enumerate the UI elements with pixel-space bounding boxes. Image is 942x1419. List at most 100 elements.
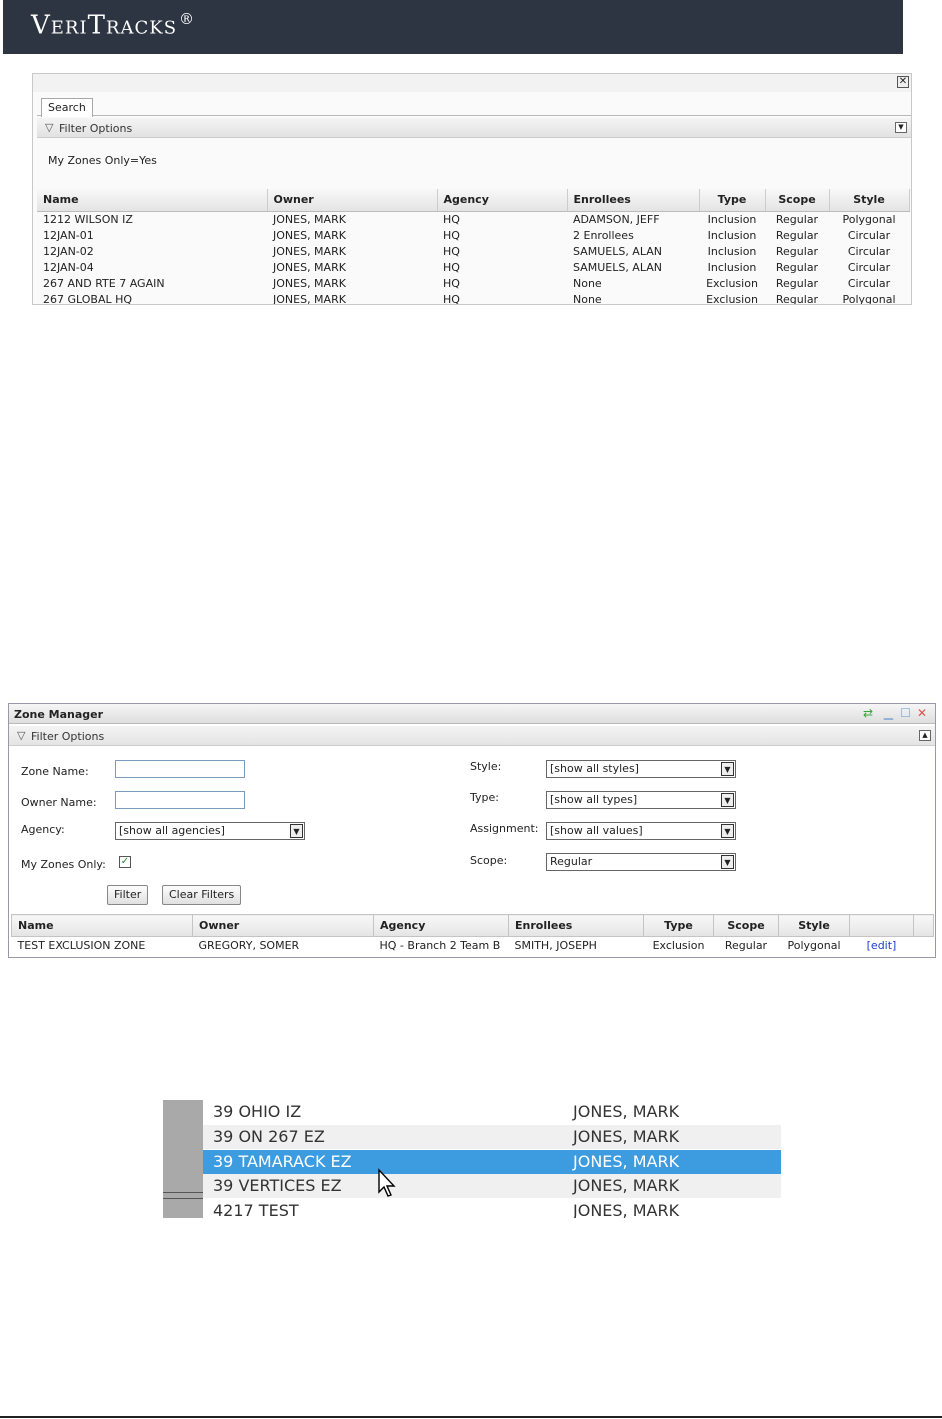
table-cell: JONES, MARK <box>273 276 346 290</box>
table-cell: JONES, MARK <box>273 292 346 305</box>
table-row[interactable]: 267 GLOBAL HQ JONES, MARK HQ None Exclusion R… <box>37 291 909 305</box>
table-cell: Circular <box>847 244 891 258</box>
table-header-row: Name Owner Agency Enrollees Type Scope Style <box>11 914 934 937</box>
owner-name-input[interactable] <box>115 791 245 809</box>
table-cell: Regular <box>775 212 819 226</box>
table-cell: TEST EXCLUSION ZONE <box>17 939 146 953</box>
column-header-owner[interactable]: Owner <box>192 914 374 937</box>
page-bottom-rule <box>0 1416 942 1418</box>
table-cell: None <box>573 292 602 305</box>
mouse-pointer-icon <box>378 1168 396 1197</box>
maximize-icon[interactable]: ☐ <box>900 707 911 719</box>
filter-options-bar[interactable]: ▽ Filter Options ▲ <box>9 726 935 746</box>
column-header-name[interactable]: Name <box>37 189 268 212</box>
column-header-enrollees[interactable]: Enrollees <box>567 189 700 212</box>
table-cell: HQ <box>443 228 460 242</box>
table-cell: 1212 WILSON IZ <box>43 212 133 226</box>
agency-select-value: [show all agencies] <box>119 824 225 837</box>
column-header-scope[interactable]: Scope <box>713 914 779 937</box>
column-header-type[interactable]: Type <box>699 189 766 212</box>
filter-options-label: Filter Options <box>31 730 105 743</box>
table-cell: HQ <box>443 244 460 258</box>
tab-search[interactable]: Search <box>41 98 93 117</box>
table-cell: HQ <box>443 212 460 226</box>
table-cell: Regular <box>775 244 819 258</box>
type-label: Type: <box>470 791 499 804</box>
collapse-toggle-icon[interactable]: ▲ <box>919 730 931 741</box>
type-select[interactable]: [show all types] ▼ <box>546 791 736 809</box>
table-cell-pad <box>914 937 934 955</box>
chevron-down-icon: ▼ <box>290 824 303 838</box>
list-item[interactable]: 4217 TEST JONES, MARK <box>203 1199 781 1218</box>
column-header-style[interactable]: Style <box>778 914 850 937</box>
agency-label: Agency: <box>21 823 65 836</box>
table-cell: 12JAN-02 <box>43 244 94 258</box>
column-header-name[interactable]: Name <box>11 914 193 937</box>
table-cell: HQ <box>443 292 460 305</box>
table-row[interactable]: 1212 WILSON IZ JONES, MARK HQ ADAMSON, JEFF… <box>37 211 909 227</box>
column-header-type[interactable]: Type <box>643 914 714 937</box>
table-row[interactable]: 267 AND RTE 7 AGAIN JONES, MARK HQ None Excl… <box>37 275 909 291</box>
table-cell: Circular <box>847 276 891 290</box>
zone-name: 39 OHIO IZ <box>213 1102 302 1121</box>
refresh-icon[interactable]: ⇄ <box>863 707 873 719</box>
zone-name-label: Zone Name: <box>21 765 89 778</box>
filter-options-bar[interactable]: ▽ Filter Options ▼ <box>37 118 911 138</box>
type-select-value: [show all types] <box>550 793 638 806</box>
my-zones-only-label: My Zones Only: <box>21 858 106 871</box>
table-cell: Regular <box>775 260 819 274</box>
zone-name: 39 ON 267 EZ <box>213 1127 325 1146</box>
agency-select[interactable]: [show all agencies] ▼ <box>115 822 305 840</box>
zone-name: 4217 TEST <box>213 1201 299 1218</box>
table-row[interactable]: 12JAN-02 JONES, MARK HQ SAMUELS, ALAN Inclus… <box>37 243 909 259</box>
my-zones-only-checkbox[interactable]: ✓ <box>119 856 131 868</box>
panel-top-strip: ✕ <box>33 74 911 92</box>
close-icon[interactable]: ✕ <box>917 707 927 719</box>
table-cell: HQ - Branch 2 Team B <box>379 939 501 953</box>
zone-name-input[interactable] <box>115 760 245 778</box>
column-header-owner[interactable]: Owner <box>267 189 438 212</box>
zone-owner: JONES, MARK <box>573 1201 680 1218</box>
table-cell: Inclusion <box>707 260 757 274</box>
table-cell: Polygonal <box>842 212 896 226</box>
filter-summary: My Zones Only=Yes <box>48 154 157 167</box>
chevron-down-icon: ▼ <box>721 855 734 869</box>
filter-button[interactable]: Filter <box>107 885 149 905</box>
table-cell: Polygonal <box>787 939 841 953</box>
table-cell: Circular <box>847 260 891 274</box>
clear-filters-button[interactable]: Clear Filters <box>162 885 242 905</box>
edit-link[interactable]: [edit] <box>850 937 914 955</box>
table-cell: SAMUELS, ALAN <box>573 260 662 274</box>
column-header-agency[interactable]: Agency <box>373 914 509 937</box>
window-title: Zone Manager <box>14 708 104 721</box>
column-header-spacer <box>849 914 914 937</box>
assignment-select[interactable]: [show all values] ▼ <box>546 822 736 840</box>
zone-owner: JONES, MARK <box>573 1176 680 1195</box>
owner-name-label: Owner Name: <box>21 796 97 809</box>
list-item[interactable]: 39 OHIO IZ JONES, MARK <box>203 1100 781 1124</box>
column-header-style[interactable]: Style <box>829 189 910 212</box>
expand-toggle-icon[interactable]: ▼ <box>895 122 907 133</box>
style-select[interactable]: [show all styles] ▼ <box>546 760 736 778</box>
tab-strip: Search <box>37 96 911 117</box>
table-row[interactable]: 12JAN-01 JONES, MARK HQ 2 Enrollees Inclusio… <box>37 227 909 243</box>
column-header-scope[interactable]: Scope <box>765 189 830 212</box>
minimize-icon[interactable]: ▁ <box>884 707 893 719</box>
table-row[interactable]: 12JAN-04 JONES, MARK HQ SAMUELS, ALAN Inclus… <box>37 259 909 275</box>
column-header-enrollees[interactable]: Enrollees <box>508 914 644 937</box>
table-cell: ADAMSON, JEFF <box>573 212 660 226</box>
list-item[interactable]: 39 VERTICES EZ JONES, MARK <box>203 1174 781 1198</box>
table-cell: 2 Enrollees <box>573 228 634 242</box>
list-item[interactable]: 39 ON 267 EZ JONES, MARK <box>203 1125 781 1149</box>
table-cell: Regular <box>775 276 819 290</box>
table-cell: Regular <box>724 939 768 953</box>
table-row[interactable]: TEST EXCLUSION ZONE GREGORY, SOMER HQ - Br… <box>12 937 934 955</box>
scope-select[interactable]: Regular ▼ <box>546 853 736 871</box>
column-header-agency[interactable]: Agency <box>437 189 568 212</box>
table-cell: None <box>573 276 602 290</box>
close-icon[interactable]: ✕ <box>897 76 909 88</box>
window-titlebar: Zone Manager ⇄ ▁ ☐ ✕ <box>9 704 935 724</box>
list-item-selected[interactable]: 39 TAMARACK EZ JONES, MARK <box>203 1150 781 1174</box>
scope-select-value: Regular <box>550 855 593 868</box>
gutter-divider <box>163 1198 203 1199</box>
